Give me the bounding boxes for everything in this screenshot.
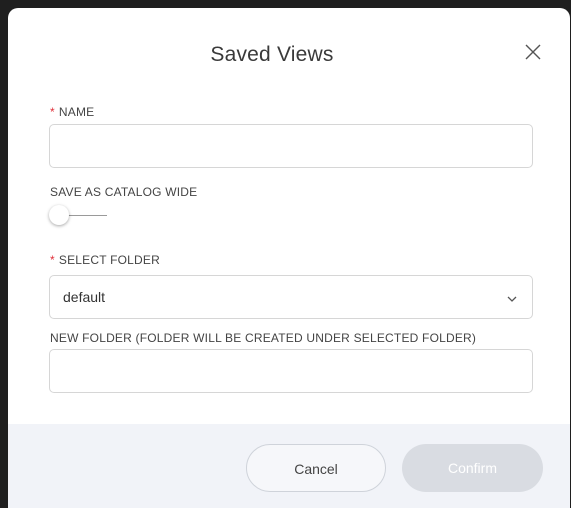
required-marker: * <box>50 105 55 119</box>
select-folder-label-text: SELECT FOLDER <box>58 253 160 267</box>
catalog-wide-toggle[interactable] <box>49 205 109 227</box>
dialog-title: Saved Views <box>210 43 334 66</box>
folder-select-value: default <box>63 289 106 305</box>
catalog-wide-label: SAVE AS CATALOG WIDE <box>50 185 198 199</box>
name-label-text: NAME <box>58 105 95 119</box>
screen-frame: Saved Views * NAME SAVE AS CATALOG WIDE *… <box>0 0 571 508</box>
cancel-button[interactable]: Cancel <box>246 444 386 492</box>
saved-views-dialog: Saved Views * NAME SAVE AS CATALOG WIDE *… <box>8 8 570 508</box>
new-folder-label: NEW FOLDER (FOLDER WILL BE CREATED UNDER… <box>50 331 477 345</box>
folder-select[interactable]: default <box>49 275 533 319</box>
new-folder-input[interactable] <box>49 349 533 393</box>
close-icon[interactable] <box>523 42 543 62</box>
confirm-button[interactable]: Confirm <box>402 444 543 492</box>
select-folder-label: * SELECT FOLDER <box>50 253 160 267</box>
toggle-knob <box>49 205 69 225</box>
chevron-down-icon <box>506 292 518 304</box>
required-marker: * <box>50 253 55 267</box>
name-label: * NAME <box>50 105 94 119</box>
name-input[interactable] <box>49 124 533 168</box>
